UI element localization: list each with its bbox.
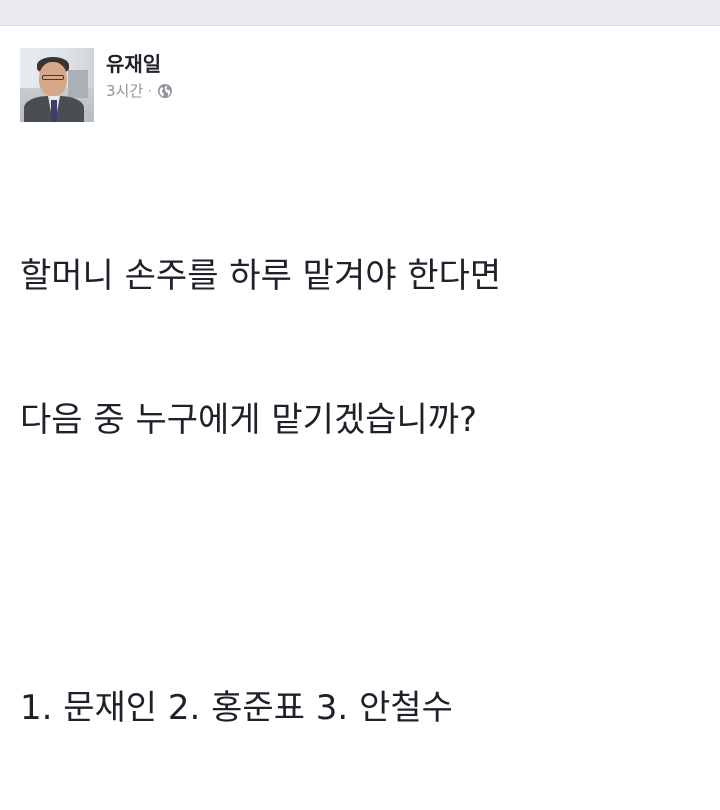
post-timestamp[interactable]: 3시간 bbox=[106, 82, 143, 100]
top-divider-strip bbox=[0, 0, 720, 26]
post-body: 할머니 손주를 하루 맡겨야 한다면 다음 중 누구에게 맡기겠습니까? 1. … bbox=[20, 156, 501, 810]
author-avatar[interactable] bbox=[20, 48, 94, 122]
post-text-line: 1. 문재인 2. 홍준표 3. 안철수 bbox=[20, 688, 453, 728]
post-text-line: 할머니 손주를 하루 맡겨야 한다면 bbox=[20, 256, 502, 296]
post-subline: 3시간 · bbox=[106, 82, 173, 100]
author-name[interactable]: 유재일 bbox=[106, 52, 173, 76]
post-meta: 유재일 3시간 · bbox=[106, 48, 173, 100]
globe-icon[interactable] bbox=[157, 83, 173, 99]
separator-dot: · bbox=[148, 84, 152, 98]
post-text-line bbox=[20, 540, 501, 588]
post-header: 유재일 3시간 · bbox=[20, 48, 173, 122]
facebook-post: 유재일 3시간 · 할머니 손주를 하루 맡겨야 한다면 다음 중 누구에게 맡… bbox=[0, 26, 720, 728]
post-text-line: 다음 중 누구에게 맡기겠습니까? bbox=[20, 400, 478, 440]
